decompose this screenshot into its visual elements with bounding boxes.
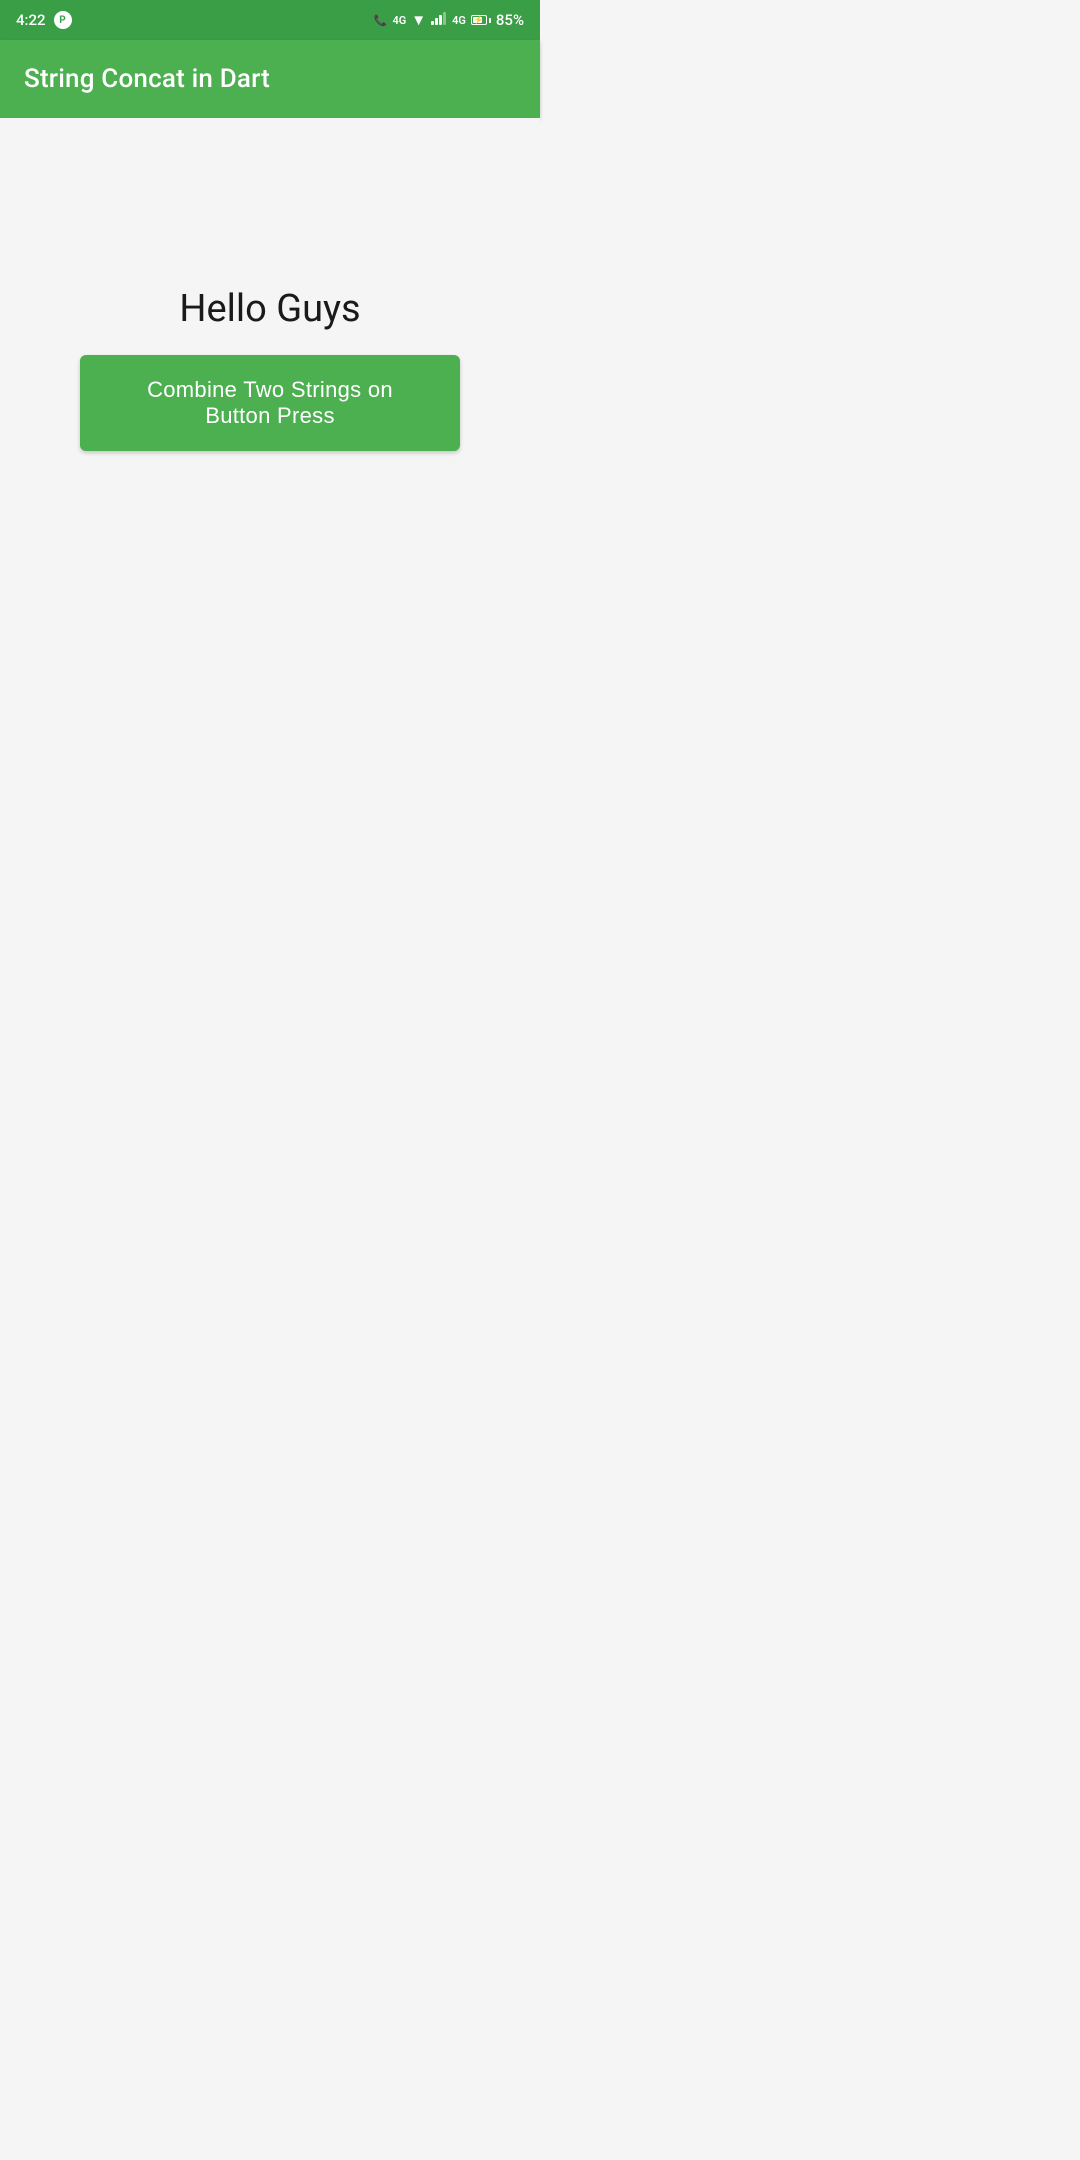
app-bar: String Concat in Dart [0,40,540,118]
call-4g-icon: 📞 [374,14,388,27]
result-display-text: Hello Guys [179,287,360,331]
battery-cap [489,18,491,23]
status-bar: 4:22 P 📞 4G ▼ 4G ⚡ 85% [0,0,540,40]
battery-body: ⚡ [471,15,487,25]
network-4g-label: 4G [392,14,406,27]
battery-charging-icon: ⚡ [474,16,484,25]
main-content: Hello Guys Combine Two Strings on Button… [0,118,540,619]
network-4g-label-2: 4G [452,14,466,27]
battery-percentage: 85% [496,11,524,29]
signal-bars-icon [431,11,447,29]
app-title: String Concat in Dart [24,64,270,94]
combine-strings-button[interactable]: Combine Two Strings on Button Press [80,355,460,451]
battery-indicator: ⚡ [471,15,491,25]
pocket-app-icon: P [54,11,72,29]
status-bar-left: 4:22 P [16,11,72,29]
bottom-area [0,619,540,1080]
wifi-icon: ▼ [411,11,426,29]
status-time: 4:22 [16,11,46,29]
status-bar-right: 📞 4G ▼ 4G ⚡ 85% [374,11,524,29]
